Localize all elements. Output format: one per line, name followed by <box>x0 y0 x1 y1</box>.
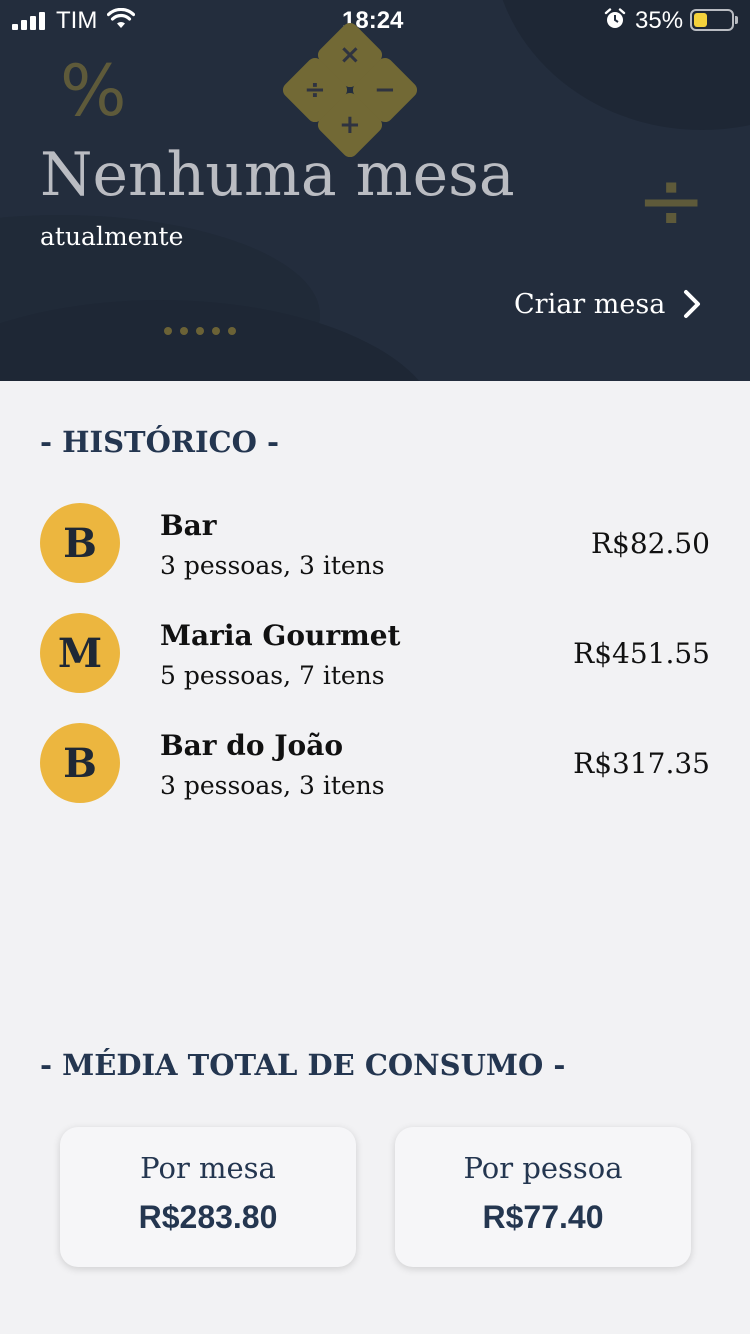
per-person-card: Por pessoa R$77.40 <box>395 1127 691 1267</box>
percent-decoration-icon: % <box>60 50 127 132</box>
wifi-icon <box>107 8 135 28</box>
history-title: - HISTÓRICO - <box>40 425 280 459</box>
signal-icon <box>12 12 48 30</box>
alarm-icon <box>604 8 626 28</box>
battery-level <box>694 13 707 27</box>
avatar: M <box>40 613 120 693</box>
page-subtitle: atualmente <box>40 222 184 251</box>
per-table-value: R$283.80 <box>138 1199 278 1235</box>
average-title: - MÉDIA TOTAL DE CONSUMO - <box>40 1048 566 1082</box>
carrier-label: TIM <box>56 7 98 34</box>
history-item-name: Maria Gourmet <box>160 619 401 652</box>
history-item-details: 5 pessoas, 7 itens <box>160 661 385 690</box>
history-item-details: 3 pessoas, 3 itens <box>160 771 385 800</box>
history-item-0[interactable]: B Bar 3 pessoas, 3 itens R$82.50 <box>40 503 710 613</box>
header-decoration <box>0 300 440 381</box>
page-title: Nenhuma mesa <box>40 140 515 210</box>
header: TIM 18:24 35% % ÷ × ÷ − + Nenhuma mesa a… <box>0 0 750 381</box>
battery-percent: 35% <box>635 7 684 34</box>
status-bar: TIM 18:24 35% <box>0 0 750 40</box>
chevron-right-icon <box>684 290 701 318</box>
dots-decoration <box>164 327 236 335</box>
per-person-value: R$77.40 <box>482 1199 604 1235</box>
history-list: B Bar 3 pessoas, 3 itens R$82.50 M Maria… <box>40 503 710 833</box>
divide-decoration-icon: ÷ <box>636 151 707 249</box>
per-table-label: Por mesa <box>140 1151 276 1185</box>
per-person-label: Por pessoa <box>463 1151 623 1185</box>
avatar: B <box>40 503 120 583</box>
history-item-total: R$317.35 <box>573 747 710 780</box>
battery-icon <box>690 9 738 31</box>
history-item-1[interactable]: M Maria Gourmet 5 pessoas, 7 itens R$451… <box>40 613 710 723</box>
history-item-name: Bar <box>160 509 217 542</box>
per-table-card: Por mesa R$283.80 <box>60 1127 356 1267</box>
create-table-button[interactable]: Criar mesa <box>514 284 701 324</box>
history-item-total: R$82.50 <box>590 527 710 560</box>
history-item-2[interactable]: B Bar do João 3 pessoas, 3 itens R$317.3… <box>40 723 710 833</box>
avatar: B <box>40 723 120 803</box>
history-item-total: R$451.55 <box>573 637 710 670</box>
create-table-label: Criar mesa <box>514 288 666 320</box>
history-item-name: Bar do João <box>160 729 344 762</box>
history-item-details: 3 pessoas, 3 itens <box>160 551 385 580</box>
